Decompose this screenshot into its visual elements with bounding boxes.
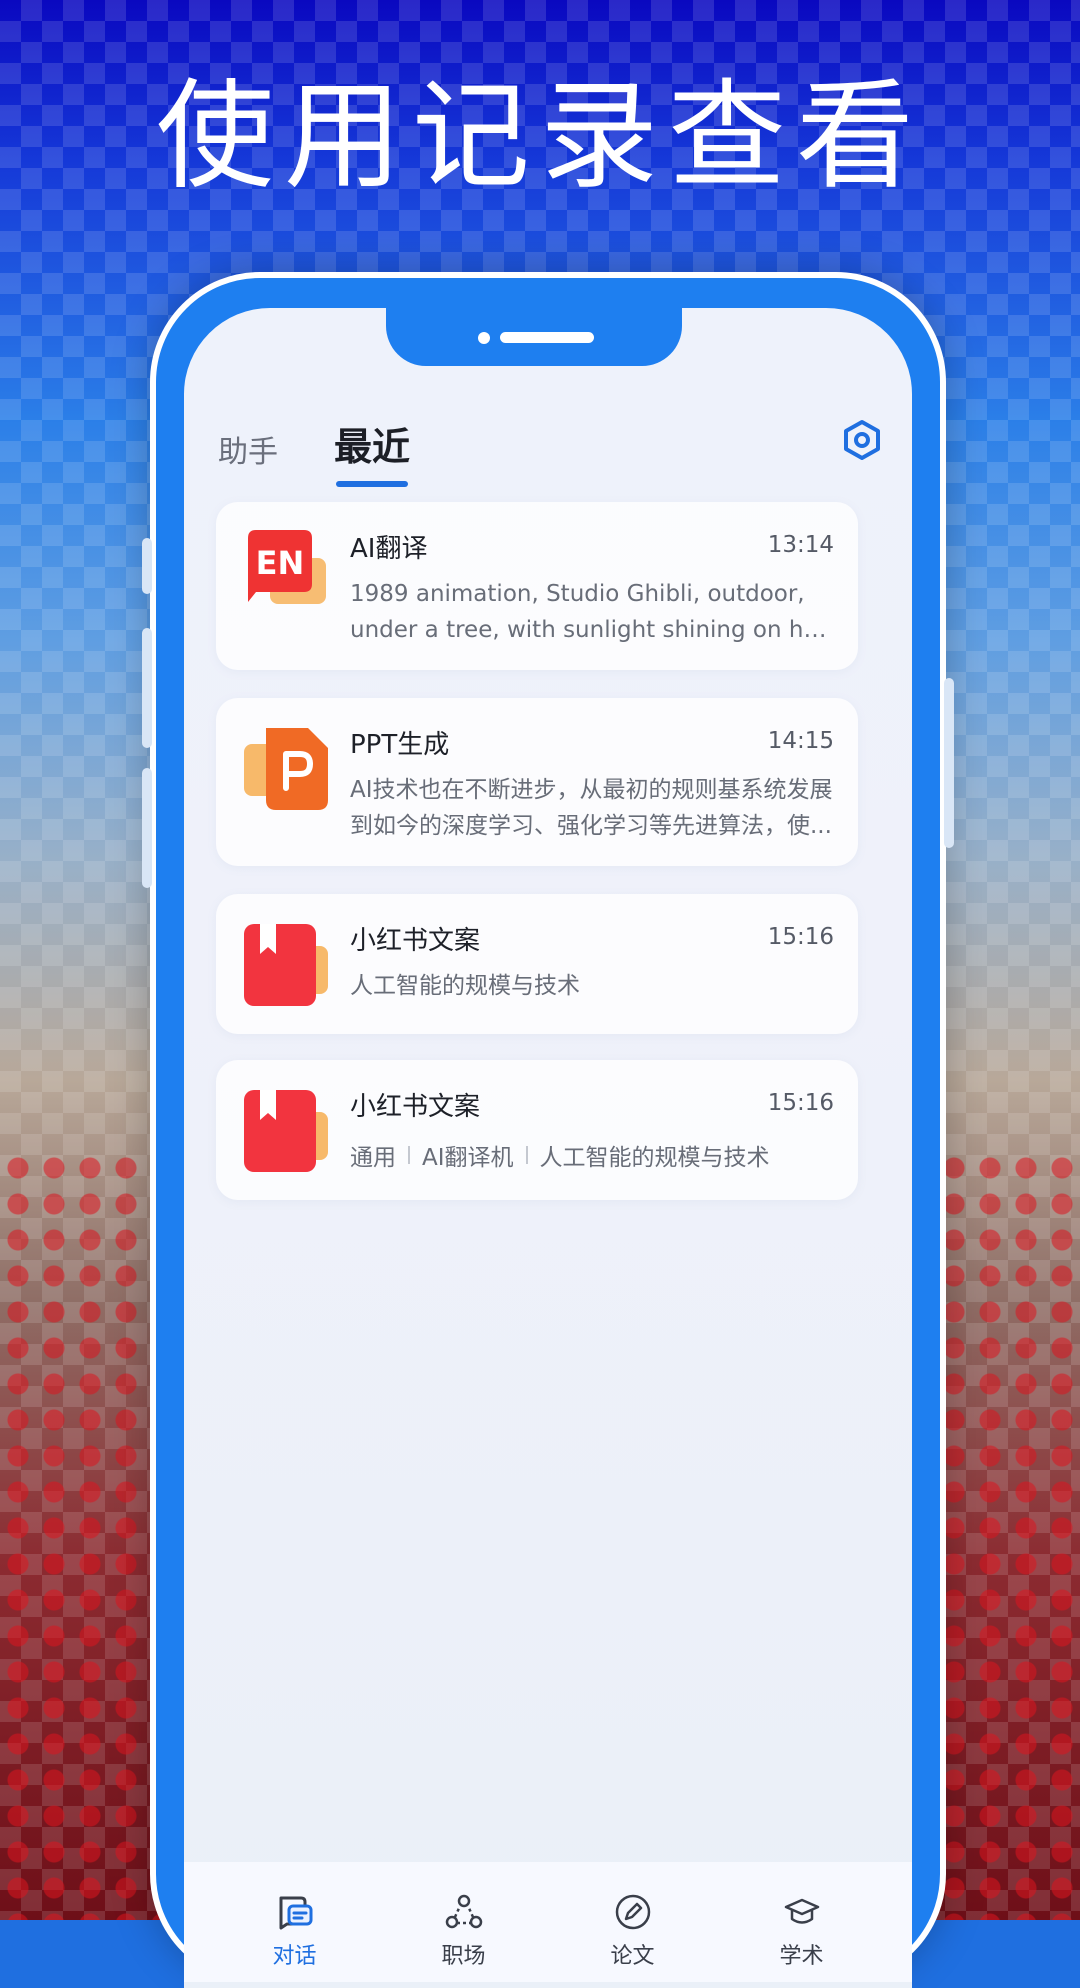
record-card-xiaohongshu[interactable]: 小红书文案 15:16 人工智能的规模与技术: [216, 894, 858, 1034]
record-description: AI技术也在不断进步，从最初的规则基系统发展到如今的深度学习、强化学习等先进算法…: [350, 777, 833, 839]
headline: 使用记录查看: [155, 67, 924, 205]
tab-bar: 助手 最近: [218, 416, 466, 487]
bookmark-book-icon: [244, 1090, 328, 1172]
side-button: [142, 538, 152, 594]
nav-academic[interactable]: 学术: [742, 1862, 862, 1982]
network-icon: [445, 1894, 482, 1929]
record-title: 小红书文案: [350, 1092, 481, 1122]
record-description: 人工智能的规模与技术: [350, 973, 580, 999]
en-translate-icon: EN: [248, 530, 326, 604]
record-title: 小红书文案: [350, 926, 481, 956]
record-title: PPT生成: [350, 730, 450, 760]
speaker-bar: [500, 332, 594, 343]
record-description: 1989 animation, Studio Ghibli, outdoor, …: [350, 581, 828, 643]
record-time: 13:14: [767, 532, 834, 558]
tag: 通用: [350, 1145, 396, 1171]
nav-label: 论文: [610, 1944, 655, 1969]
record-title: AI翻译: [350, 534, 428, 564]
tab-assistant[interactable]: 助手: [218, 427, 278, 471]
nav-chat[interactable]: 对话: [235, 1862, 355, 1982]
pen-icon: [615, 1894, 650, 1930]
nav-label: 对话: [272, 1944, 317, 1969]
side-button: [142, 768, 152, 888]
nav-paper[interactable]: 论文: [573, 1862, 693, 1982]
record-card-ppt[interactable]: PPT生成 14:15 AI技术也在不断进步，从最初的规则基系统发展到如今的深度…: [216, 698, 858, 866]
nav-workplace[interactable]: 职场: [404, 1862, 524, 1982]
notch: [386, 308, 682, 366]
tag-separator: [525, 1146, 528, 1164]
record-card-xiaohongshu-tags[interactable]: 小红书文案 15:16 通用 AI翻译机 人工智能的规模与技术: [216, 1060, 858, 1200]
nav-label: 职场: [441, 1944, 486, 1969]
phone-frame: 助手 最近 EN AI翻译 13:14 1989 animation, Stud…: [142, 272, 954, 1988]
ppt-icon: [244, 728, 328, 810]
record-time: 15:16: [767, 924, 834, 950]
record-time: 15:16: [767, 1090, 834, 1116]
tag-separator: [408, 1146, 410, 1164]
tag: 人工智能的规模与技术: [539, 1145, 770, 1171]
record-tags: 通用 AI翻译机 人工智能的规模与技术: [350, 1138, 770, 1172]
record-card-translate[interactable]: EN AI翻译 13:14 1989 animation, Studio Ghi…: [216, 502, 858, 670]
settings-icon[interactable]: [840, 418, 884, 462]
record-time: 14:15: [767, 728, 834, 754]
power-button: [944, 678, 954, 848]
tab-recent[interactable]: 最近: [334, 416, 410, 487]
graduation-cap-icon: [784, 1898, 819, 1924]
bookmark-book-icon: [244, 924, 328, 1006]
en-icon-text: EN: [256, 544, 305, 582]
nav-label: 学术: [779, 1944, 824, 1969]
chat-icon: [279, 1896, 312, 1930]
bottom-nav: 对话 职场 论文 学术: [184, 1862, 912, 1982]
tag: AI翻译机: [422, 1145, 514, 1171]
side-button: [142, 628, 152, 748]
phone-screen: 助手 最近 EN AI翻译 13:14 1989 animation, Stud…: [184, 308, 912, 1988]
camera-dot: [478, 332, 490, 344]
